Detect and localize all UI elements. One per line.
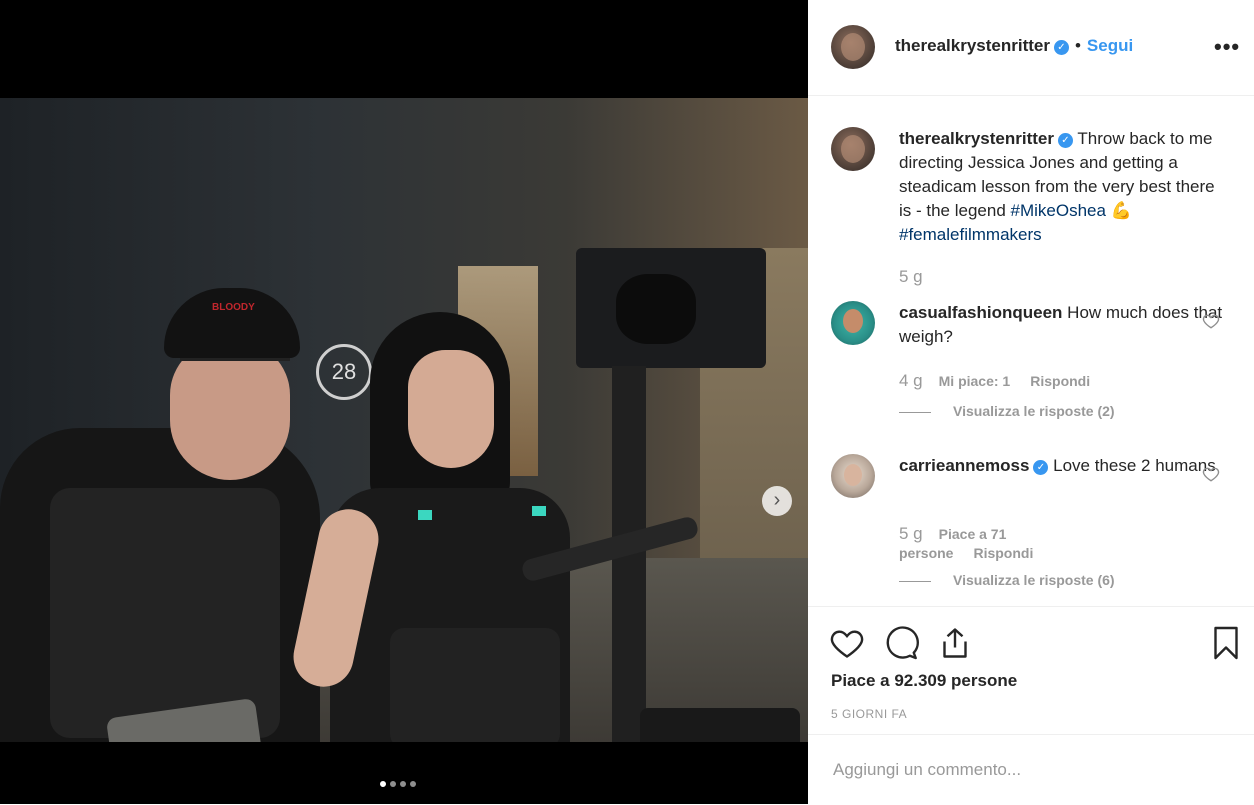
comment-meta: 5 g Piace a 71 persone Rispondi	[899, 524, 1099, 563]
carousel-indicator	[380, 781, 416, 789]
more-options-icon[interactable]: •••	[1214, 34, 1240, 60]
photo-person-director	[287, 298, 600, 742]
post-header: therealkrystenritter ✓ • Segui •••	[808, 0, 1254, 96]
header-user: therealkrystenritter ✓ • Segui	[895, 36, 1133, 56]
share-icon[interactable]	[937, 625, 973, 661]
reply-button[interactable]: Rispondi	[1030, 373, 1090, 389]
comments-list: therealkrystenritter ✓ Throw back to me d…	[808, 96, 1254, 606]
likes-count[interactable]: Piace a 92.309 persone	[831, 671, 1017, 691]
avatar[interactable]	[831, 301, 875, 345]
caption-text: therealkrystenritter ✓ Throw back to me d…	[899, 127, 1229, 247]
verified-badge-icon: ✓	[1053, 40, 1069, 55]
carousel-dot	[400, 781, 406, 787]
comment-text: casualfashionqueen How much does that we…	[899, 301, 1229, 349]
reply-button[interactable]: Rispondi	[973, 545, 1033, 561]
comment-icon[interactable]	[883, 625, 919, 661]
comment-meta: 4 g Mi piace: 1 Rispondi	[899, 371, 1110, 391]
hashtag-link[interactable]: #femalefilmmakers	[899, 225, 1042, 244]
comment-text: carrieannemoss ✓ Love these 2 humans	[899, 454, 1229, 478]
bookmark-icon[interactable]	[1208, 625, 1244, 661]
heart-icon[interactable]	[1202, 312, 1220, 330]
muscle-emoji: 💪	[1110, 201, 1132, 220]
hashtag-link[interactable]: #MikeOshea	[1011, 201, 1106, 220]
heart-icon[interactable]	[1202, 465, 1220, 483]
comment-input[interactable]	[831, 755, 1235, 785]
verified-badge-icon: ✓	[1033, 460, 1049, 475]
photo-monitor	[640, 708, 800, 742]
caption-meta: 5 g	[899, 267, 939, 287]
username-link[interactable]: therealkrystenritter	[899, 129, 1054, 148]
username-link[interactable]: therealkrystenritter	[895, 36, 1050, 55]
timestamp[interactable]: 5 g	[899, 267, 923, 286]
post-photo[interactable]: 28 BLOODY ›	[0, 98, 808, 742]
post-side-panel: therealkrystenritter ✓ • Segui ••• therealk…	[808, 0, 1254, 804]
post-media: 28 BLOODY ›	[0, 0, 808, 804]
carousel-dot	[380, 781, 386, 787]
timestamp[interactable]: 5 g	[899, 524, 923, 543]
follow-button[interactable]: Segui	[1087, 36, 1133, 55]
separator: •	[1074, 36, 1081, 55]
avatar[interactable]	[831, 454, 875, 498]
avatar[interactable]	[831, 25, 875, 69]
username-link[interactable]: carrieannemoss	[899, 456, 1029, 475]
carousel-dot	[410, 781, 416, 787]
action-bar: Piace a 92.309 persone 5 GIORNI FA	[808, 606, 1254, 735]
add-comment-area	[808, 734, 1254, 805]
chevron-right-icon[interactable]: ›	[762, 486, 792, 516]
verified-badge-icon: ✓	[1057, 133, 1073, 148]
photo-person-operator: BLOODY	[0, 288, 320, 742]
photo-camera	[576, 248, 766, 368]
heart-icon[interactable]	[829, 625, 865, 661]
carousel-dot	[390, 781, 396, 787]
comment-body: Love these 2 humans	[1053, 456, 1216, 475]
comment-likes-link[interactable]: Mi piace: 1	[939, 373, 1011, 389]
view-replies-button[interactable]: Visualizza le risposte (6)	[899, 572, 1115, 588]
username-link[interactable]: casualfashionqueen	[899, 303, 1062, 322]
timestamp[interactable]: 4 g	[899, 371, 923, 390]
view-replies-button[interactable]: Visualizza le risposte (2)	[899, 403, 1115, 419]
post-date[interactable]: 5 GIORNI FA	[831, 707, 907, 721]
avatar[interactable]	[831, 127, 875, 171]
photo-cap: BLOODY	[164, 288, 300, 358]
